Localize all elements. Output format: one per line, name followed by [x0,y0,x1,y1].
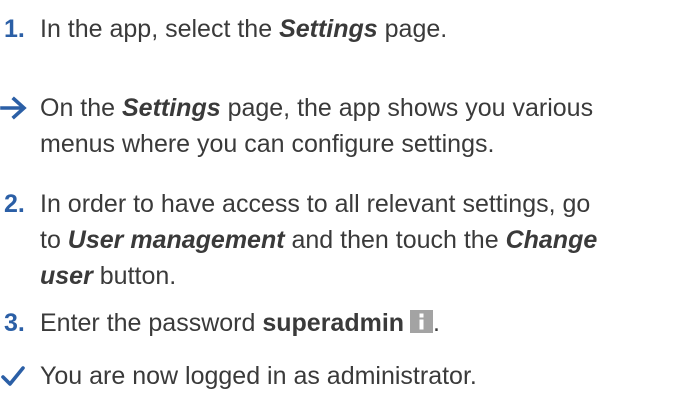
change-user-term-cont: user [40,262,93,290]
step-number: 2. [4,190,25,218]
result-text: On the Settings page, the app shows you … [40,94,594,158]
step-text: In the app, select the Settings page. [40,15,448,43]
info-icon [410,310,434,333]
step-text: In order to have access to all relevant … [40,190,598,290]
arrow-right-icon [0,90,40,126]
checkmark-icon [0,358,40,394]
step-text: Enter the password superadmin. [40,309,440,337]
step-number: 3. [4,309,25,337]
change-user-term: Change [505,226,598,254]
user-management-term: User management [67,226,285,254]
final-result-text: You are now logged in as administrator. [40,362,477,390]
step-number: 1. [4,15,25,43]
settings-term: Settings [122,94,221,122]
password-value: superadmin [262,309,405,337]
settings-term: Settings [279,15,378,43]
